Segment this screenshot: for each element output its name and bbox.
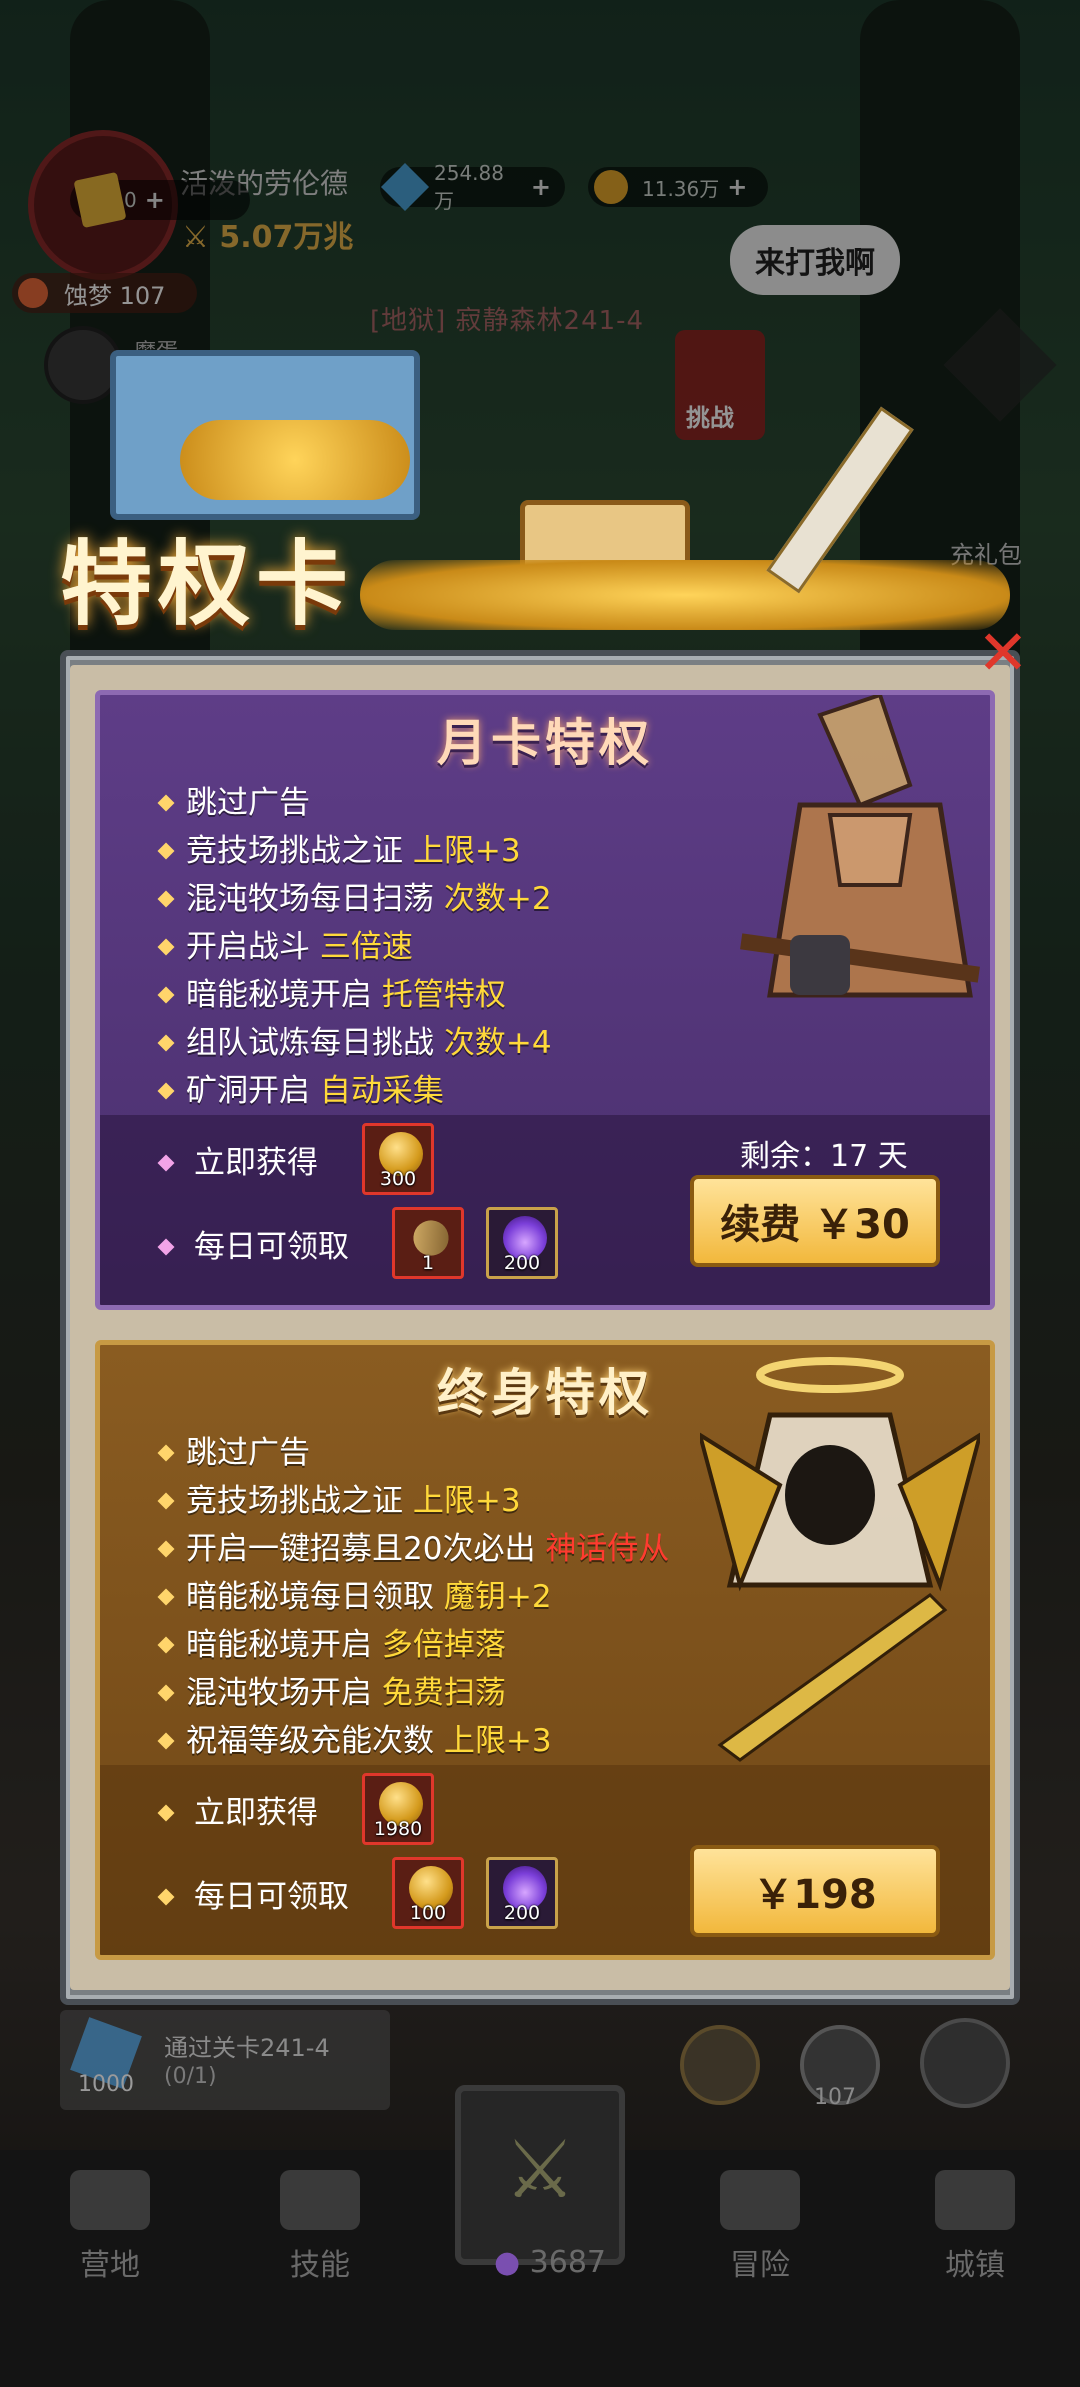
item-count: 100 bbox=[409, 1902, 447, 1924]
nav-center-count: ● 3687 bbox=[480, 2245, 620, 2280]
item-count: 200 bbox=[503, 1252, 541, 1274]
quest-reward: 1000 bbox=[78, 2072, 134, 2097]
coin-pile-icon bbox=[180, 420, 410, 500]
lifetime-card: 终身特权 跳过广告 竞技场挑战之证 上限+3 开启一键招募且20次必出 神话侍从… bbox=[95, 1340, 995, 1960]
month-perk: 组队试炼每日挑战 次数+4 bbox=[157, 1017, 552, 1062]
nav-skills[interactable]: 技能 bbox=[250, 2240, 390, 2284]
town-icon bbox=[935, 2170, 1015, 2230]
renew-button[interactable]: 续费 ￥30 bbox=[690, 1175, 940, 1267]
item-count: 1980 bbox=[373, 1818, 423, 1840]
month-perk: 混沌牧场每日扫荡 次数+2 bbox=[157, 873, 552, 918]
month-reward-band: 立即获得 300 每日可领取 1 200 剩余：17 天 续费 ￥30 bbox=[100, 1115, 990, 1305]
refresh-icon[interactable] bbox=[680, 2025, 760, 2105]
lifetime-perk: 竞技场挑战之证 上限+3 bbox=[157, 1475, 521, 1520]
reward-purple-flame[interactable]: 200 bbox=[486, 1857, 558, 1929]
buy-lifetime-button[interactable]: ￥198 bbox=[690, 1845, 940, 1937]
banner-title: 特权卡 bbox=[60, 530, 355, 638]
lifetime-perk: 祝福等级充能次数 上限+3 bbox=[157, 1715, 552, 1760]
camp-icon bbox=[70, 2170, 150, 2230]
paladin-hero-art bbox=[700, 1357, 980, 1762]
lifetime-reward-band: 立即获得 1980 每日可领取 100 200 ￥198 bbox=[100, 1765, 990, 1955]
instant-reward-label: 立即获得 bbox=[157, 1787, 318, 1832]
month-card: 月卡特权 跳过广告 竞技场挑战之证 上限+3 混沌牧场每日扫荡 次数+2 开启战… bbox=[95, 690, 995, 1310]
item-count: 200 bbox=[503, 1902, 541, 1924]
item-count: 1 bbox=[421, 1252, 435, 1274]
close-icon[interactable]: ✕ bbox=[975, 622, 1031, 684]
instant-reward-label: 立即获得 bbox=[157, 1137, 318, 1182]
item-count: 300 bbox=[379, 1168, 417, 1190]
knight-hero-art bbox=[740, 695, 980, 998]
lifetime-perk: 跳过广告 bbox=[157, 1427, 310, 1472]
month-perk: 竞技场挑战之证 上限+3 bbox=[157, 825, 521, 870]
nav-camp[interactable]: 营地 bbox=[40, 2240, 180, 2284]
quest-progress: (0/1) bbox=[164, 2064, 217, 2089]
month-perk: 暗能秘境开启 托管特权 bbox=[157, 969, 506, 1014]
remaining-days: 剩余：17 天 bbox=[740, 1139, 908, 1174]
month-perk: 跳过广告 bbox=[157, 777, 310, 822]
daily-reward-label: 每日可领取 bbox=[157, 1221, 349, 1266]
coin-pile-icon bbox=[360, 560, 1010, 630]
adventure-icon bbox=[720, 2170, 800, 2230]
crossed-swords-icon: ⚔ bbox=[504, 2123, 576, 2216]
reward-purple-flame[interactable]: 200 bbox=[486, 1207, 558, 1279]
gear-count: 107 bbox=[814, 2085, 856, 2110]
purple-flame-icon: ● bbox=[493, 2245, 530, 2280]
center-count-text: 3687 bbox=[529, 2245, 607, 2280]
nav-town[interactable]: 城镇 bbox=[905, 2240, 1045, 2284]
reward-gold-coin[interactable]: 100 bbox=[392, 1857, 464, 1929]
daily-reward-label: 每日可领取 bbox=[157, 1871, 349, 1916]
reward-key[interactable]: 1 bbox=[392, 1207, 464, 1279]
lifetime-perk: 混沌牧场开启 免费扫荡 bbox=[157, 1667, 506, 1712]
month-perk: 矿洞开启 自动采集 bbox=[157, 1065, 444, 1110]
skills-icon bbox=[280, 2170, 360, 2230]
lifetime-perk: 开启一键招募且20次必出 神话侍从 bbox=[157, 1523, 669, 1568]
reward-gold-coin[interactable]: 1980 bbox=[362, 1773, 434, 1845]
quest-text: 通过关卡241-4 bbox=[164, 2034, 330, 2062]
helmet-icon[interactable] bbox=[920, 2018, 1010, 2108]
reward-gold-coin[interactable]: 300 bbox=[362, 1123, 434, 1195]
nav-adventure[interactable]: 冒险 bbox=[690, 2240, 830, 2284]
lifetime-perk: 暗能秘境每日领取 魔钥+2 bbox=[157, 1571, 552, 1616]
month-perk: 开启战斗 三倍速 bbox=[157, 921, 413, 966]
lifetime-perk: 暗能秘境开启 多倍掉落 bbox=[157, 1619, 506, 1664]
